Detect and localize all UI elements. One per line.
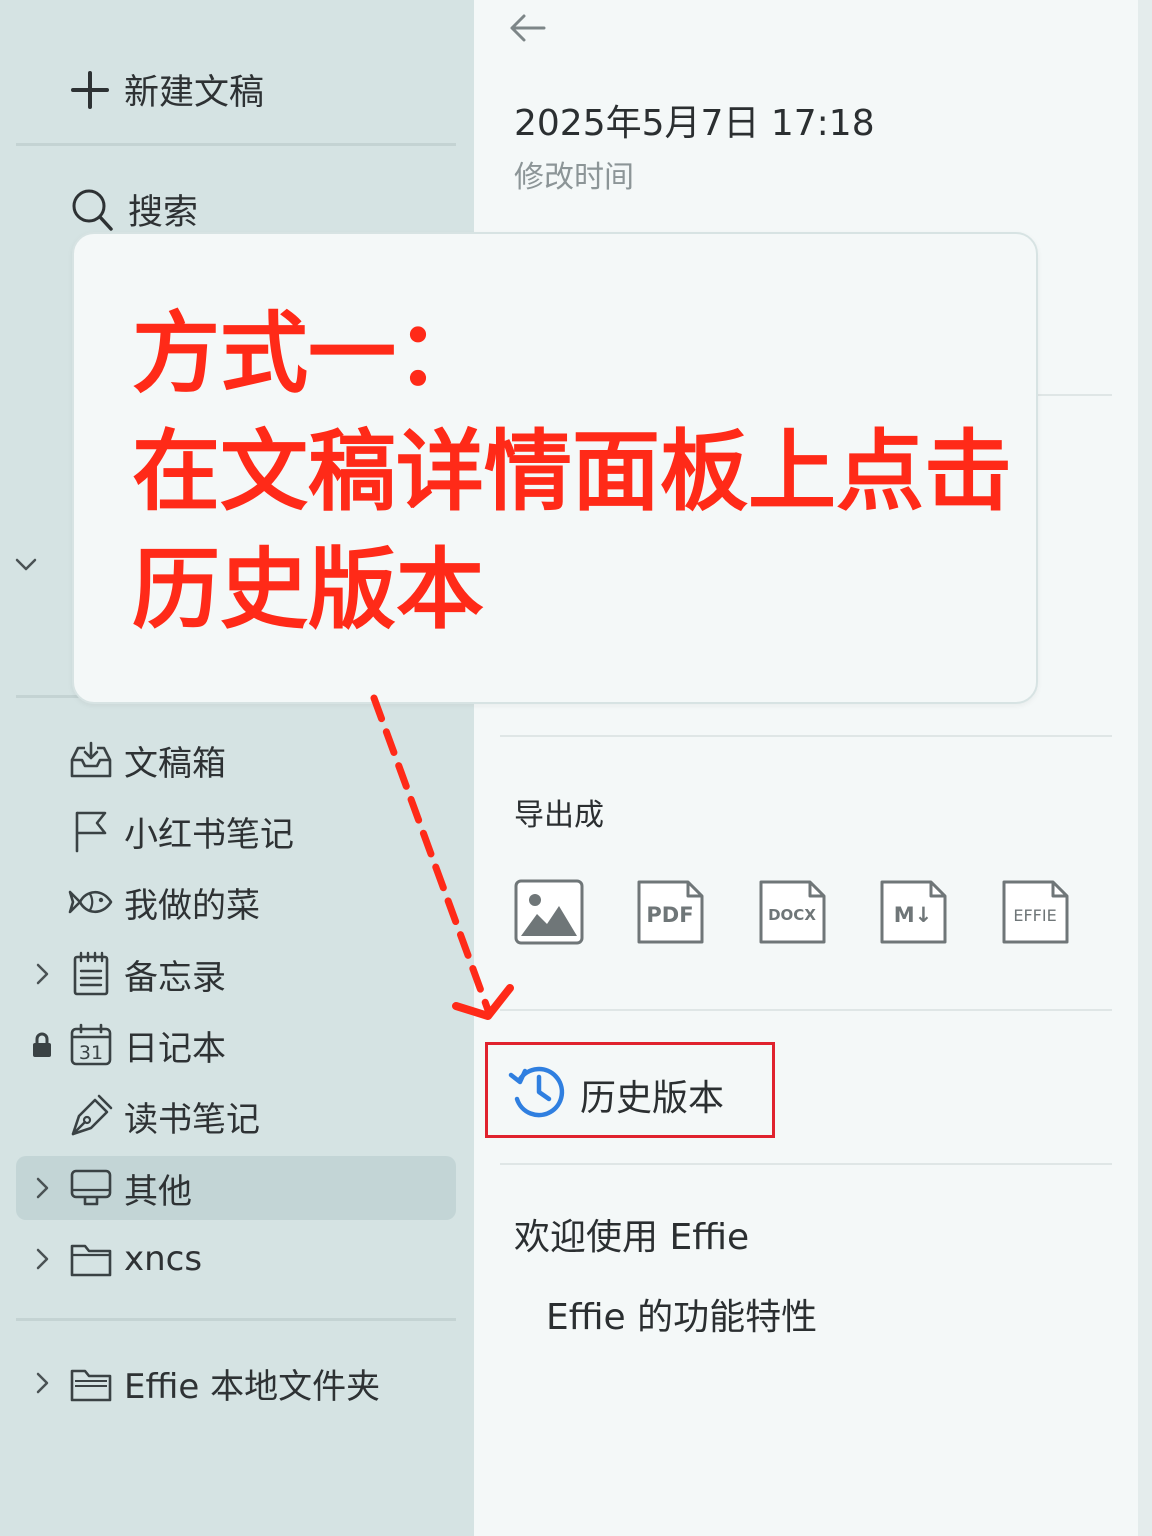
sidebar-item-xncs[interactable]: xncs [16,1227,456,1291]
sidebar-item-label: 文稿箱 [124,743,226,784]
chevron-right-icon [36,963,49,985]
search-button[interactable]: 搜索 [70,184,198,235]
sidebar-item-label: 读书笔记 [124,1099,260,1140]
sidebar-item-reading-notes[interactable]: 读书笔记 [16,1084,456,1148]
expand-chevron[interactable] [30,1247,54,1271]
history-version-label: 历史版本 [580,1078,725,1119]
sidebar-item-effie-local-folder[interactable]: Effie 本地文件夹 [16,1351,456,1415]
modified-date: 2025年5月7日 17:18 [514,103,875,144]
callout-line-1: 方式一： [132,302,485,405]
chevron-right-icon [36,1372,49,1394]
history-clock-icon [508,1066,565,1118]
calendar-icon: 31 [68,1022,114,1068]
history-version-button[interactable]: 历史版本 [485,1042,775,1138]
callout-line-3: 历史版本 [132,538,485,641]
svg-text:M↓: M↓ [894,903,933,927]
outline-heading-1[interactable]: 欢迎使用 Effie [514,1208,749,1260]
sidebar-item-label: 备忘录 [124,957,226,998]
folder-icon [68,1236,114,1282]
search-label: 搜索 [128,193,199,233]
export-effie-button[interactable]: EFFIE [999,878,1071,946]
export-markdown-button[interactable]: M↓ [877,878,949,946]
notepad-icon [68,951,114,997]
svg-text:EFFIE: EFFIE [1013,906,1056,925]
new-document-label: 新建文稿 [124,73,265,113]
sidebar-divider [16,1318,456,1321]
sidebar-item-other[interactable]: 其他 [16,1156,456,1220]
sidebar-item-label: 日记本 [124,1028,226,1069]
sidebar-item-label: 其他 [124,1171,192,1212]
expand-chevron[interactable] [30,1176,54,1200]
annotation-arrow [370,694,514,1020]
sidebar-divider [16,143,456,146]
sidebar-item-label: 小红书笔记 [124,814,294,855]
modified-label: 修改时间 [514,160,634,195]
inbox-icon [68,737,114,783]
folder-stack-icon [68,1360,114,1406]
export-pdf-button[interactable]: PDF [634,878,706,946]
panel-divider [500,735,1112,737]
plus-icon [71,70,109,109]
sidebar-item-label: Effie 本地文件夹 [124,1366,381,1407]
svg-text:DOCX: DOCX [768,906,816,924]
back-arrow-icon[interactable] [506,8,550,48]
export-docx-button[interactable]: DOCX [756,878,828,946]
lock-icon [30,1032,54,1057]
chevron-right-icon [36,1177,49,1199]
panel-divider [500,1163,1112,1165]
chevron-right-icon [36,1248,49,1270]
sidebar-item-label: 我做的菜 [124,885,260,926]
panel-divider [500,1009,1112,1011]
search-icon [72,189,113,231]
collapse-chevron[interactable] [14,552,38,576]
expand-chevron[interactable] [30,1371,54,1395]
new-document-button[interactable]: 新建文稿 [70,64,264,115]
outline-heading-2[interactable]: Effie 的功能特性 [546,1288,817,1340]
svg-text:31: 31 [79,1042,103,1064]
panel-edge [1138,0,1152,1536]
sidebar-item-label: xncs [124,1239,203,1279]
callout-line-2: 在文稿详情面板上点击 [132,420,1013,523]
svg-text:PDF: PDF [646,903,693,927]
expand-chevron[interactable] [30,962,54,986]
fish-icon [68,879,114,925]
chevron-down-icon [15,558,37,571]
monitor-icon [68,1165,114,1211]
pen-icon [68,1093,114,1139]
flag-icon [68,808,114,854]
annotation-callout: 方式一： 在文稿详情面板上点击 历史版本 [72,232,1038,704]
